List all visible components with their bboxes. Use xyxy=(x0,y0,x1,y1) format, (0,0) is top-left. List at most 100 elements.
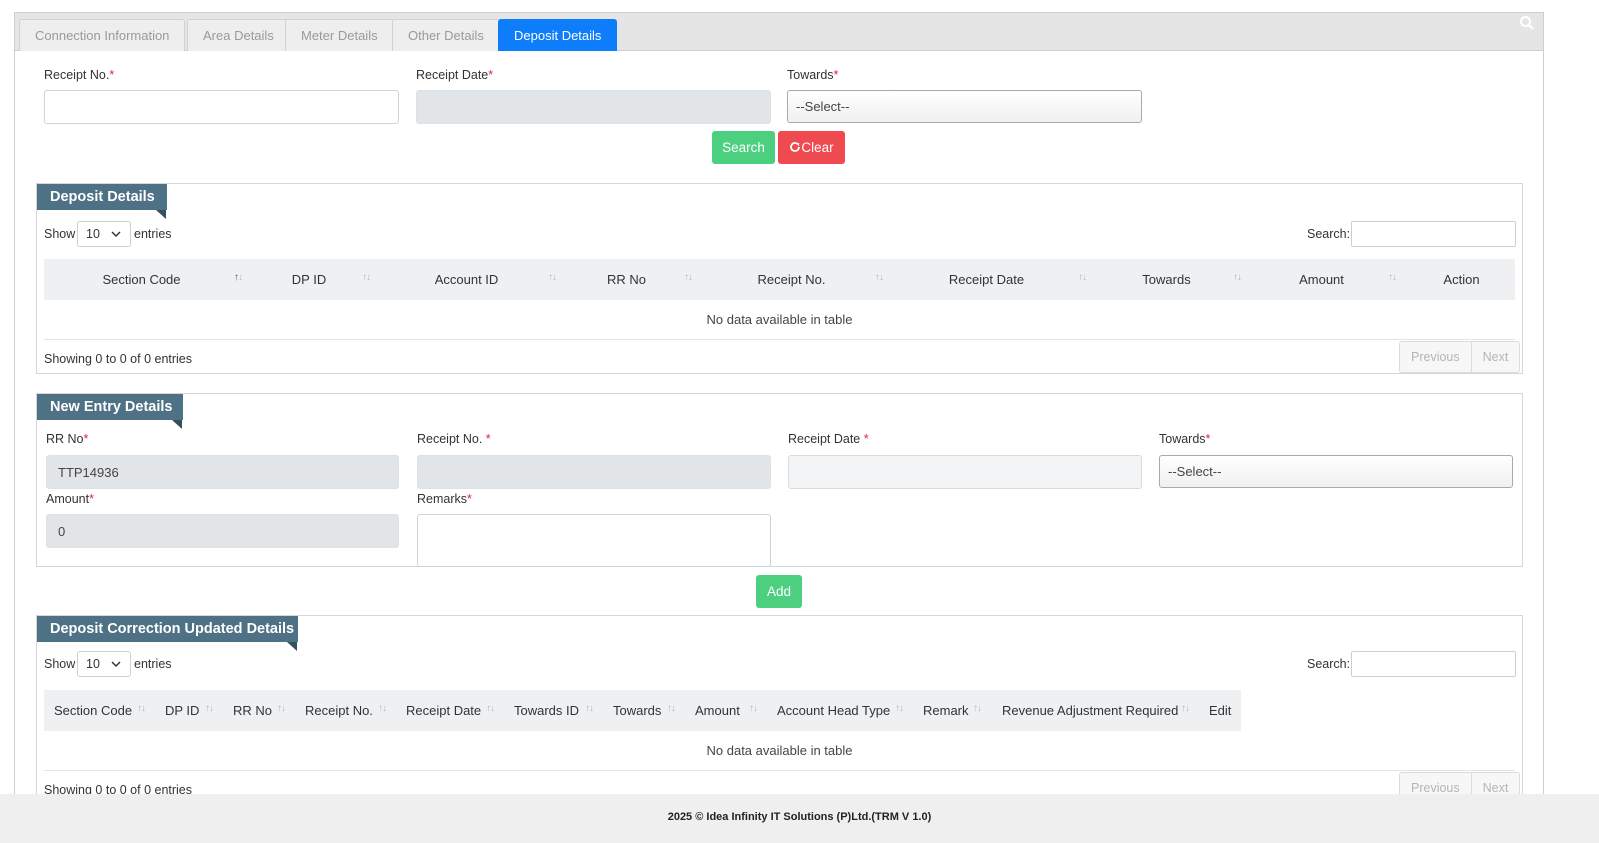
col-section-code[interactable]: Section Code xyxy=(44,259,239,300)
sort-icon: ↑↓ xyxy=(486,703,495,714)
sort-icon: ↑↓ xyxy=(548,272,557,283)
previous-button[interactable]: Previous xyxy=(1400,342,1472,372)
next-button[interactable]: Next xyxy=(1472,342,1520,372)
pagination: Previous Next xyxy=(1399,341,1521,373)
add-button[interactable]: Add xyxy=(756,575,802,608)
receipt-no-label: Receipt No.* xyxy=(44,68,115,82)
ribbon-tail xyxy=(156,210,166,219)
tab-connection-information[interactable]: Connection Information xyxy=(19,19,186,51)
new-towards-select[interactable]: --Select-- xyxy=(1159,455,1513,488)
new-receipt-date-input[interactable] xyxy=(788,455,1142,489)
search-button[interactable]: Search xyxy=(712,131,775,164)
col-amount[interactable]: Amount xyxy=(1259,259,1384,300)
table-search-input[interactable] xyxy=(1351,651,1516,677)
page-length-select[interactable]: 10 xyxy=(77,221,131,247)
correction-details-title: Deposit Correction Updated Details xyxy=(37,616,298,642)
table-header: Section Code ↑↓ DP ID ↑↓ RR No ↑↓ Receip… xyxy=(44,690,1241,731)
correction-details-panel: Deposit Correction Updated Details Show … xyxy=(36,615,1523,811)
towards-label: Towards* xyxy=(787,68,839,82)
sort-icon: ↑↓ xyxy=(1388,272,1397,283)
tab-other-details[interactable]: Other Details xyxy=(392,19,500,51)
col-dp-id[interactable]: DP ID xyxy=(259,259,359,300)
receipt-date-label: Receipt Date* xyxy=(416,68,494,82)
col-section-code[interactable]: Section Code xyxy=(54,690,132,731)
sort-icon: ↑↓ xyxy=(137,703,146,714)
show-label: Show xyxy=(44,227,76,241)
col-towards[interactable]: Towards xyxy=(1104,259,1229,300)
col-account-head-type[interactable]: Account Head Type xyxy=(777,690,890,731)
sort-icon: ↑↓ xyxy=(667,703,676,714)
form-container: Connection Information Area Details Mete… xyxy=(14,12,1544,812)
sort-icon: ↑↓ xyxy=(378,703,387,714)
col-rr-no[interactable]: RR No xyxy=(574,259,679,300)
col-dp-id[interactable]: DP ID xyxy=(165,690,199,731)
col-towards-id[interactable]: Towards ID xyxy=(514,690,579,731)
sort-icon: ↑↓ xyxy=(585,703,594,714)
remarks-textarea[interactable] xyxy=(417,514,771,567)
page-length-value: 10 xyxy=(86,657,100,671)
sort-icon: ↑↓ xyxy=(1078,272,1087,283)
chevron-down-icon xyxy=(111,661,121,668)
remarks-label: Remarks* xyxy=(417,492,472,506)
receipt-no-input[interactable] xyxy=(44,90,399,124)
new-receipt-no-input[interactable] xyxy=(417,455,771,489)
amount-label: Amount* xyxy=(46,492,94,506)
col-receipt-no[interactable]: Receipt No. xyxy=(305,690,373,731)
empty-table-message: No data available in table xyxy=(44,731,1515,771)
col-receipt-date[interactable]: Receipt Date xyxy=(406,690,481,731)
sort-icon: ↑↓ xyxy=(362,272,371,283)
sort-icon: ↑↓ xyxy=(277,703,286,714)
ribbon-tail xyxy=(172,420,182,429)
new-entry-title: New Entry Details xyxy=(37,394,183,420)
col-remark[interactable]: Remark xyxy=(923,690,969,731)
col-edit: Edit xyxy=(1209,703,1232,718)
col-receipt-no[interactable]: Receipt No. xyxy=(714,259,869,300)
sort-icon: ↑↓ xyxy=(875,272,884,283)
col-amount[interactable]: Amount xyxy=(695,690,740,731)
sort-icon: ↑↓ xyxy=(895,703,904,714)
col-revenue-adjustment-required[interactable]: Revenue Adjustment Required xyxy=(1002,690,1178,731)
amount-input[interactable] xyxy=(46,514,399,548)
empty-table-message: No data available in table xyxy=(44,300,1515,340)
clear-button-label: Clear xyxy=(801,140,834,155)
table-search-label: Search: xyxy=(1307,227,1351,241)
entries-label: entries xyxy=(134,227,172,241)
footer: 2025 © Idea Infinity IT Solutions (P)Ltd… xyxy=(0,794,1599,843)
refresh-icon xyxy=(790,142,801,152)
col-towards[interactable]: Towards xyxy=(613,690,661,731)
sort-icon: ↑↓ xyxy=(749,703,758,714)
towards-select[interactable]: --Select-- xyxy=(787,90,1142,123)
table-header: Section Code ↑↓ DP ID ↑↓ Account ID ↑↓ R… xyxy=(44,259,1515,300)
new-receipt-date-label: Receipt Date * xyxy=(788,432,869,446)
new-receipt-no-label: Receipt No. * xyxy=(417,432,491,446)
footer-text: 2025 © Idea Infinity IT Solutions (P)Ltd… xyxy=(667,811,932,823)
col-receipt-date[interactable]: Receipt Date xyxy=(904,259,1069,300)
tab-area-details[interactable]: Area Details xyxy=(187,19,290,51)
sort-icon: ↑↓ xyxy=(205,703,214,714)
table-info: Showing 0 to 0 of 0 entries xyxy=(44,352,193,366)
sort-icon: ↑↓ xyxy=(1181,703,1190,714)
deposit-details-title: Deposit Details xyxy=(37,184,167,210)
receipt-date-input[interactable] xyxy=(416,90,771,124)
search-icon[interactable] xyxy=(1519,15,1535,31)
sort-icon: ↑↓ xyxy=(684,272,693,283)
entries-label: entries xyxy=(134,657,172,671)
rr-no-input[interactable] xyxy=(46,455,399,489)
page-length-value: 10 xyxy=(86,227,100,241)
tab-bar: Connection Information Area Details Mete… xyxy=(15,13,1543,51)
col-action: Action xyxy=(1443,272,1480,287)
sort-icon: ↑↓ xyxy=(1233,272,1242,283)
clear-button[interactable]: Clear xyxy=(778,131,845,164)
tab-deposit-details[interactable]: Deposit Details xyxy=(498,19,618,51)
page-length-select[interactable]: 10 xyxy=(77,651,131,677)
col-rr-no[interactable]: RR No xyxy=(233,690,272,731)
tab-meter-details[interactable]: Meter Details xyxy=(285,19,394,51)
table-search-input[interactable] xyxy=(1351,221,1516,247)
show-label: Show xyxy=(44,657,76,671)
ribbon-tail xyxy=(287,642,297,651)
sort-icon: ↑↓ xyxy=(973,703,982,714)
rr-no-label: RR No* xyxy=(46,432,89,446)
table-search-label: Search: xyxy=(1307,657,1351,671)
chevron-down-icon xyxy=(111,231,121,238)
col-account-id[interactable]: Account ID xyxy=(394,259,539,300)
